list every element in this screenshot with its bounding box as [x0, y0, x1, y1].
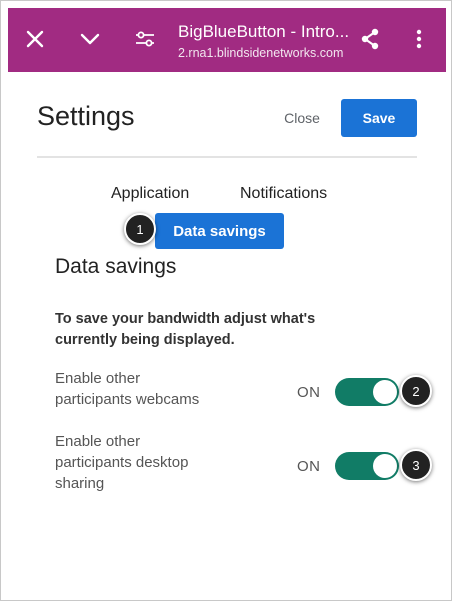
callout-2: 2 [400, 375, 432, 407]
save-button[interactable]: Save [341, 99, 417, 137]
desktop-sharing-option-label: Enable other participants desktop sharin… [55, 433, 189, 492]
header-divider [37, 156, 417, 158]
webcams-state-label: ON [297, 384, 321, 401]
tab-data-savings[interactable]: Data savings [155, 213, 284, 249]
section-description: To save your bandwidth adjust what's cur… [55, 311, 316, 348]
webcams-option-label: Enable other participants webcams [55, 370, 200, 408]
callout-3: 3 [400, 449, 432, 481]
chevron-down-icon[interactable] [75, 24, 105, 54]
more-vertical-icon[interactable] [404, 24, 434, 54]
browser-topbar: BigBlueButton - Intro... 2.rna1.blindsid… [8, 8, 446, 72]
callout-1: 1 [124, 213, 156, 245]
tab-application[interactable]: Application [111, 185, 189, 203]
toggle-knob [373, 454, 397, 478]
webcams-toggle[interactable] [335, 378, 399, 406]
page-url: 2.rna1.blindsidenetworks.com [178, 46, 344, 60]
desktop-sharing-toggle[interactable] [335, 452, 399, 480]
settings-title: Settings [37, 101, 135, 131]
desktop-sharing-state-label: ON [297, 458, 321, 475]
app-frame: BigBlueButton - Intro... 2.rna1.blindsid… [0, 0, 452, 601]
toggle-knob [373, 380, 397, 404]
page-title: BigBlueButton - Intro... [178, 22, 350, 41]
tune-icon[interactable] [130, 24, 160, 54]
section-title: Data savings [55, 255, 177, 278]
close-button[interactable]: Close [281, 105, 323, 131]
share-icon[interactable] [355, 24, 385, 54]
close-icon[interactable] [20, 24, 50, 54]
tab-notifications[interactable]: Notifications [240, 185, 327, 203]
